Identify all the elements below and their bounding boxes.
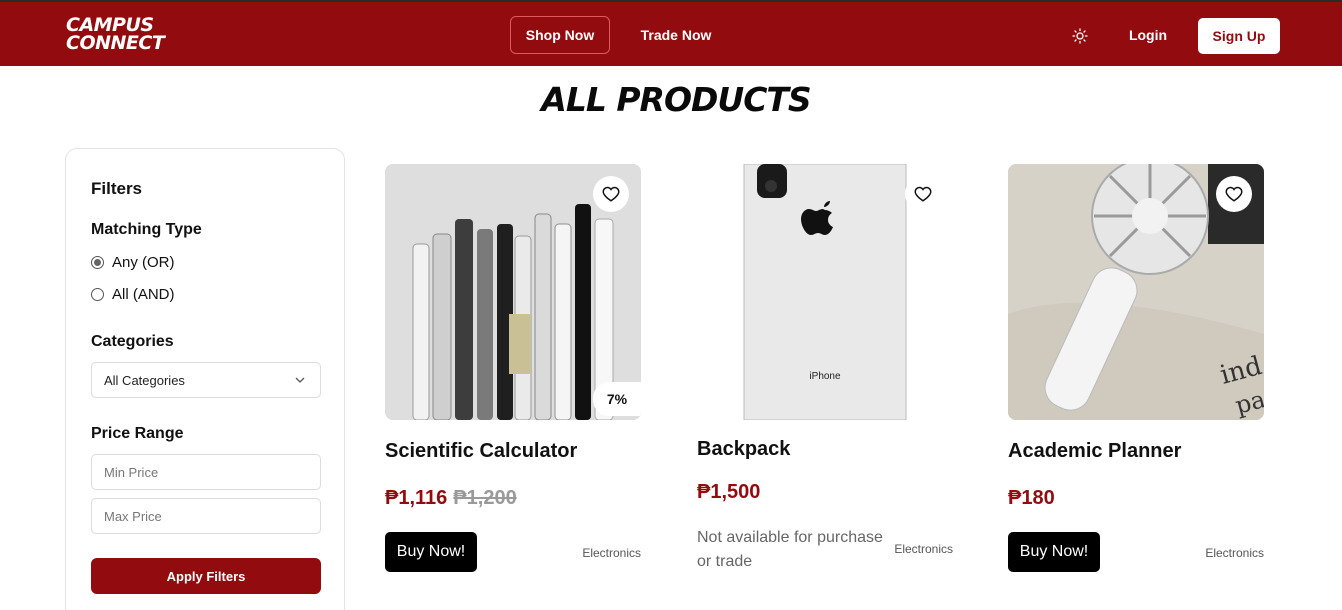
categories-label: Categories: [91, 333, 174, 350]
match-all-option[interactable]: All (AND): [91, 286, 175, 303]
match-any-option[interactable]: Any (OR): [91, 254, 175, 271]
product-name[interactable]: Scientific Calculator: [385, 440, 577, 463]
heart-icon: [914, 186, 932, 202]
sun-icon[interactable]: [1072, 28, 1088, 44]
product-category: Electronics: [894, 542, 953, 556]
page-title: ALL PRODUCTS: [541, 80, 811, 119]
category-selected-value: All Categories: [104, 372, 185, 388]
product-card[interactable]: iPhone Backpack ₱1,500 Not available for…: [697, 164, 953, 584]
current-price: ₱1,116: [385, 487, 448, 509]
product-card[interactable]: 7% Scientific Calculator ₱1,116 ₱1,200 Bu…: [385, 164, 641, 584]
price-range-label: Price Range: [91, 425, 184, 442]
logo-line-2: CONNECT: [66, 32, 165, 54]
radio-all[interactable]: [91, 288, 104, 301]
product-image-pens[interactable]: 7%: [385, 164, 641, 420]
product-price: ₱180: [1008, 487, 1055, 509]
discount-badge: 7%: [593, 382, 641, 416]
favorite-button[interactable]: [905, 176, 941, 212]
sign-up-button[interactable]: Sign Up: [1198, 18, 1280, 54]
product-card[interactable]: ind pape Academic Planner ₱180 Buy Now! …: [1008, 164, 1264, 584]
shop-now-link[interactable]: Shop Now: [510, 16, 610, 54]
iphone-text: iPhone: [809, 371, 841, 382]
product-category: Electronics: [1205, 546, 1264, 560]
min-price-input[interactable]: [91, 454, 321, 490]
apply-filters-button[interactable]: Apply Filters: [91, 558, 321, 594]
matching-type-label: Matching Type: [91, 221, 202, 238]
login-link[interactable]: Login: [1118, 16, 1178, 54]
original-price: ₱1,200: [453, 487, 517, 509]
top-navbar: CAMPUS CONNECT Shop Now Trade Now Login …: [0, 0, 1342, 66]
product-image-phone[interactable]: iPhone: [697, 164, 953, 420]
filters-title: Filters: [91, 179, 143, 198]
favorite-button[interactable]: [1216, 176, 1252, 212]
product-image-fan[interactable]: ind pape: [1008, 164, 1264, 420]
filters-panel: Filters Matching Type Any (OR) All (AND)…: [65, 148, 345, 610]
product-category: Electronics: [582, 546, 641, 560]
category-select[interactable]: All Categories: [91, 362, 321, 398]
product-name[interactable]: Academic Planner: [1008, 440, 1181, 463]
favorite-button[interactable]: [593, 176, 629, 212]
trade-now-link[interactable]: Trade Now: [628, 16, 724, 54]
chevron-down-icon: [295, 377, 305, 383]
match-all-label: All (AND): [112, 286, 175, 303]
product-name[interactable]: Backpack: [697, 438, 790, 461]
match-any-label: Any (OR): [112, 254, 175, 271]
buy-now-button[interactable]: Buy Now!: [385, 532, 477, 572]
campus-connect-logo[interactable]: CAMPUS CONNECT: [66, 16, 165, 54]
radio-any[interactable]: [91, 256, 104, 269]
heart-icon: [1225, 186, 1243, 202]
max-price-input[interactable]: [91, 498, 321, 534]
buy-now-button[interactable]: Buy Now!: [1008, 532, 1100, 572]
availability-status: Not available for purchase or trade: [697, 529, 883, 570]
product-price: ₱1,500: [697, 481, 761, 503]
heart-icon: [602, 186, 620, 202]
product-price: ₱1,116 ₱1,200: [385, 487, 517, 510]
